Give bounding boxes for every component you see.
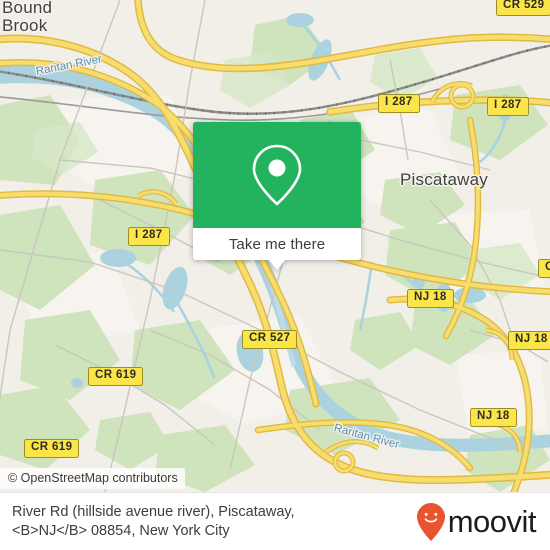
route-shield-i-287-b[interactable]: I 287 (487, 97, 529, 116)
route-shield-partial-right[interactable]: C (538, 259, 550, 278)
route-shield-cr-529[interactable]: CR 529 (496, 0, 550, 16)
map-pin-icon (252, 144, 302, 206)
moovit-smiley-pin-icon (416, 502, 445, 541)
footer-bar: River Rd (hillside avenue river), Piscat… (0, 492, 550, 550)
route-shield-i-287-a[interactable]: I 287 (378, 94, 420, 113)
route-shield-nj-18-b[interactable]: NJ 18 (508, 331, 550, 350)
popup-header (193, 122, 361, 228)
address-text: River Rd (hillside avenue river), Piscat… (12, 503, 295, 541)
take-me-there-button[interactable]: Take me there (229, 236, 325, 253)
route-shield-cr-619-a[interactable]: CR 619 (88, 367, 144, 386)
popup-tail-pointer (268, 259, 286, 270)
moovit-wordmark: moovit (447, 504, 537, 539)
popup-footer[interactable]: Take me there (193, 228, 361, 270)
address-line-1: River Rd (hillside avenue river), Piscat… (12, 503, 295, 520)
map-screenshot: Bound Brook Piscataway Raritan River Rar… (0, 0, 550, 550)
map-label-city-brook: Brook (2, 16, 48, 35)
address-line-2: <B>NJ</B> 08854, New York City (12, 522, 230, 539)
route-shield-cr-619-b[interactable]: CR 619 (24, 439, 80, 458)
route-shield-nj-18-a[interactable]: NJ 18 (407, 289, 454, 308)
route-shield-i-287-c[interactable]: I 287 (128, 227, 170, 246)
location-popup-card[interactable]: Take me there (193, 122, 361, 270)
map-canvas[interactable]: Bound Brook Piscataway Raritan River Rar… (0, 0, 550, 492)
map-label-city-piscataway: Piscataway (400, 170, 488, 189)
route-shield-cr-527[interactable]: CR 527 (242, 330, 298, 349)
route-shield-nj-18-c[interactable]: NJ 18 (470, 408, 517, 427)
osm-attribution[interactable]: © OpenStreetMap contributors (0, 468, 185, 489)
moovit-logo[interactable]: moovit (416, 502, 537, 542)
